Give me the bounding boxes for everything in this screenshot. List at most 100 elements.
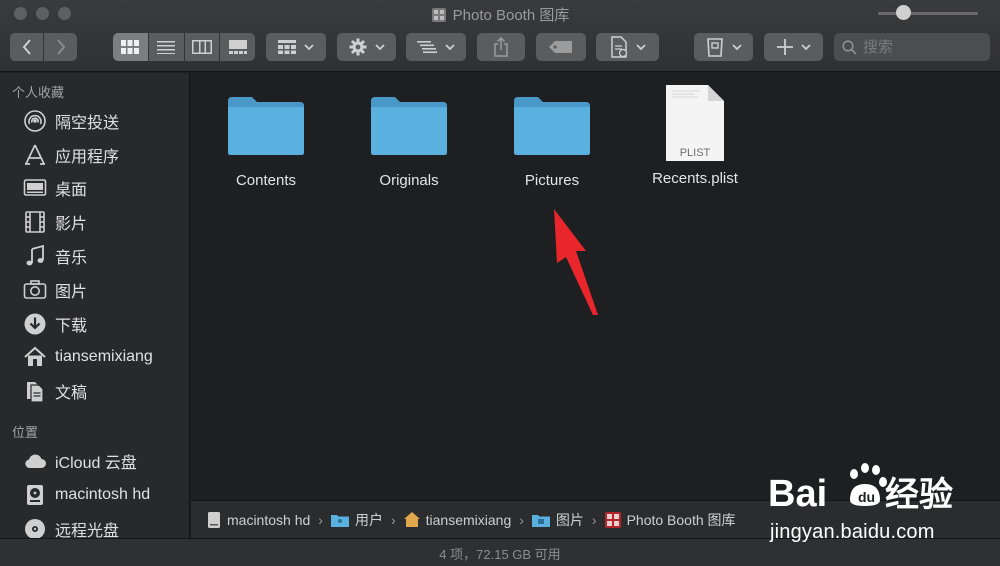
path-crumb-users[interactable]: 用户 xyxy=(330,510,383,530)
hard-drive-icon xyxy=(27,484,43,505)
icloud-icon xyxy=(25,454,46,469)
folder-icon xyxy=(531,514,550,527)
airdrop-icon xyxy=(24,110,46,132)
chevron-down-icon xyxy=(800,43,811,50)
column-view-button[interactable] xyxy=(184,33,220,61)
photo-booth-icon xyxy=(604,511,621,528)
file-name: Contents xyxy=(235,172,297,189)
path-crumb-macintosh-hd[interactable]: macintosh hd xyxy=(207,511,311,528)
sidebar-item-desktop[interactable]: 桌面 xyxy=(0,172,189,206)
search-field[interactable] xyxy=(834,33,990,61)
forward-button[interactable] xyxy=(44,33,77,61)
sidebar-item-remote-disc[interactable]: 远程光盘 xyxy=(0,512,189,538)
share-button[interactable] xyxy=(477,33,525,61)
chevron-left-icon xyxy=(22,39,31,55)
new-document-button[interactable] xyxy=(596,33,659,61)
music-icon xyxy=(26,244,44,266)
crumb-label: 图片 xyxy=(555,511,584,528)
chevron-right-icon: › xyxy=(390,511,396,528)
crumb-label: macintosh hd xyxy=(227,511,311,528)
icon-size-slider[interactable] xyxy=(878,12,978,15)
chevron-down-icon xyxy=(374,43,385,50)
sidebar-item-movies[interactable]: 影片 xyxy=(0,205,189,239)
icon-size-slider-handle[interactable] xyxy=(895,5,911,20)
desktop-icon xyxy=(23,179,47,197)
columns-icon xyxy=(191,40,212,54)
chevron-down-icon xyxy=(304,43,314,50)
archive-icon xyxy=(706,38,723,57)
gallery-view-button[interactable] xyxy=(220,33,255,61)
sidebar-item-label: 应用程序 xyxy=(55,148,120,166)
home-icon xyxy=(403,512,420,527)
path-crumb-home[interactable]: tiansemixiang xyxy=(403,511,512,528)
status-text: 4 项，72.15 GB 可用 xyxy=(439,547,561,562)
add-button[interactable] xyxy=(764,33,823,61)
crumb-label: Photo Booth 图库 xyxy=(626,511,736,528)
sidebar-item-label: macintosh hd xyxy=(55,485,151,503)
chevron-right-icon: › xyxy=(591,511,597,528)
sidebar-item-label: 音乐 xyxy=(55,250,88,268)
view-mode-segment xyxy=(113,33,255,61)
file-item-pictures[interactable]: Pictures xyxy=(487,93,617,189)
action-button[interactable] xyxy=(337,33,396,61)
path-crumb-photo-booth-library[interactable]: Photo Booth 图库 xyxy=(604,510,736,530)
sidebar-item-applications[interactable]: 应用程序 xyxy=(0,138,189,172)
list-view-button[interactable] xyxy=(148,33,184,61)
folder-icon xyxy=(228,97,304,155)
sidebar-item-label: tiansemixiang xyxy=(55,348,153,366)
sidebar-section-favorites: 个人收藏 xyxy=(12,85,65,100)
sidebar: 个人收藏 隔空投送 应用程序 桌面 影片 音乐 图片 下载 tiansemixi… xyxy=(0,73,190,538)
group-grid-icon xyxy=(278,40,296,54)
archive-button[interactable] xyxy=(694,33,753,61)
chevron-right-icon xyxy=(56,39,65,55)
window-title-text: Photo Booth 图库 xyxy=(452,7,570,24)
svg-text:du: du xyxy=(858,489,875,505)
plist-file-icon: PLIST xyxy=(666,85,724,161)
sidebar-item-pictures[interactable]: 图片 xyxy=(0,273,189,307)
file-item-recents-plist[interactable]: PLIST Recents.plist xyxy=(630,83,760,187)
search-icon xyxy=(842,39,857,55)
back-button[interactable] xyxy=(10,33,43,61)
sidebar-item-label: 影片 xyxy=(55,216,88,234)
gallery-icon xyxy=(228,40,247,54)
grid-icon xyxy=(121,40,140,54)
crumb-label: tiansemixiang xyxy=(425,511,512,528)
sidebar-item-home[interactable]: tiansemixiang xyxy=(0,341,189,375)
applications-icon xyxy=(25,144,45,165)
downloads-icon xyxy=(24,313,46,335)
sidebar-item-airdrop[interactable]: 隔空投送 xyxy=(0,104,189,138)
file-name: Originals xyxy=(379,172,439,189)
arrange-button[interactable] xyxy=(406,33,466,61)
watermark-url: jingyan.baidu.com xyxy=(770,521,935,543)
file-badge: PLIST xyxy=(680,147,711,159)
sidebar-item-icloud[interactable]: iCloud 云盘 xyxy=(0,444,189,478)
file-item-contents[interactable]: Contents xyxy=(201,93,331,189)
plus-icon xyxy=(776,39,793,55)
chevron-right-icon: › xyxy=(519,511,524,528)
path-crumb-pictures[interactable]: 图片 xyxy=(531,510,584,530)
camera-icon xyxy=(23,280,47,299)
svg-text:经验: 经验 xyxy=(885,475,953,515)
share-icon xyxy=(494,37,508,57)
hard-drive-icon xyxy=(208,511,220,528)
sidebar-section-locations: 位置 xyxy=(12,425,39,441)
file-item-originals[interactable]: Originals xyxy=(344,93,474,189)
search-input[interactable] xyxy=(863,38,973,56)
gear-icon xyxy=(349,38,366,56)
group-by-button[interactable] xyxy=(266,33,326,61)
folder-icon xyxy=(371,97,447,155)
sidebar-item-documents[interactable]: 文稿 xyxy=(0,374,189,408)
icon-view-button[interactable] xyxy=(113,33,148,61)
sidebar-item-label: 桌面 xyxy=(55,182,88,200)
document-add-icon xyxy=(610,36,627,58)
tags-button[interactable] xyxy=(536,33,586,61)
chevron-down-icon xyxy=(635,43,646,50)
photo-booth-icon xyxy=(431,7,446,22)
sidebar-item-macintosh-hd[interactable]: macintosh hd xyxy=(0,478,189,512)
crumb-label: 用户 xyxy=(354,511,383,528)
sidebar-item-label: iCloud 云盘 xyxy=(55,455,137,473)
nav-buttons xyxy=(10,33,77,61)
sidebar-item-music[interactable]: 音乐 xyxy=(0,239,189,273)
sidebar-item-downloads[interactable]: 下载 xyxy=(0,307,189,341)
window-title: Photo Booth 图库 xyxy=(0,4,1000,25)
